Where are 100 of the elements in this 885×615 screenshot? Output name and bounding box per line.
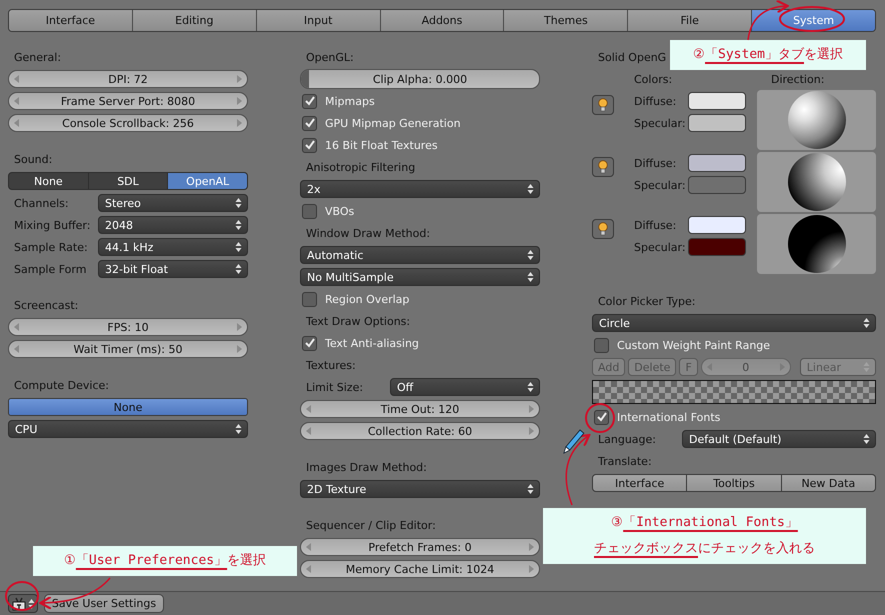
dropdown[interactable]: 44.1 kHz [98,238,248,256]
section-label: Sequencer / Clip Editor: [305,518,436,532]
up-down-arrow-icon [527,483,534,495]
right-arrow-icon [236,345,242,353]
color-swatch[interactable] [688,154,746,172]
up-down-arrow-icon [863,433,870,445]
color-swatch[interactable] [688,114,746,132]
color-swatch[interactable] [688,92,746,110]
checkbox[interactable] [302,336,317,350]
up-down-arrow-icon [527,249,534,261]
up-down-arrow-icon [235,241,242,253]
translate-button[interactable]: New Data [782,474,876,492]
dropdown[interactable]: 2x [300,180,540,198]
dropdown[interactable]: Stereo [98,194,248,212]
diffuse-label: Diffuse: [634,218,678,234]
checkbox[interactable] [302,204,317,218]
tab[interactable]: Themes [504,10,628,31]
right-arrow-icon [236,75,242,83]
colors-label: Colors: [634,72,674,86]
left-arrow-icon [14,97,20,105]
left-arrow-icon [306,405,312,413]
dropdown[interactable]: 32-bit Float [98,260,248,278]
shaded-sphere[interactable] [788,91,846,149]
checkbox[interactable] [594,338,609,352]
section-label: Sound: [13,152,52,166]
number-field[interactable]: Wait Timer (ms): 50 [8,340,248,358]
tab[interactable]: System [752,10,875,31]
checkbox-label: 16 Bit Float Textures [325,138,438,152]
right-arrow-icon [528,427,534,435]
right-arrow-icon [528,565,534,573]
tab[interactable]: Interface [9,10,133,31]
tab[interactable]: Addons [380,10,504,31]
left-arrow-icon [306,427,312,435]
right-arrow-icon [236,119,242,127]
up-down-arrow-icon [863,317,870,329]
dropdown[interactable]: No MultiSample [300,268,540,286]
number-field[interactable]: Frame Server Port: 8080 [8,92,248,110]
light-bulb-icon [598,222,608,236]
up-down-arrow-icon [527,183,534,195]
color-swatch[interactable] [688,216,746,234]
right-arrow-icon [528,543,534,551]
tab[interactable]: Editing [132,10,257,31]
number-field[interactable]: FPS: 10 [8,318,248,336]
light-toggle[interactable] [592,95,614,115]
dropdown[interactable]: Circle [592,314,876,332]
checkbox-label: Region Overlap [325,292,410,306]
number-field[interactable]: Collection Rate: 60 [300,422,540,440]
checkbox-label: GPU Mipmap Generation [325,116,461,130]
color-swatch[interactable] [688,176,746,194]
translate-button[interactable]: Interface [592,474,688,492]
tab[interactable]: Input [256,10,381,31]
checkbox[interactable] [302,116,317,130]
color-ramp[interactable] [592,380,876,404]
color-swatch[interactable] [688,238,746,256]
tab[interactable]: File [628,10,752,31]
checkbox-label: Text Anti-aliasing [325,336,419,350]
right-arrow-icon [528,405,534,413]
section-label: Color Picker Type: [597,294,696,308]
number-field[interactable]: Prefetch Frames: 0 [300,538,540,556]
section-label: Compute Device: [13,378,109,392]
left-arrow-icon [306,543,312,551]
up-down-arrow-icon [235,219,242,231]
annotation-arrow [39,578,111,610]
translate-button[interactable]: Tooltips [687,474,782,492]
number-field[interactable]: Time Out: 120 [300,400,540,418]
light-bulb-icon [598,160,608,174]
section-label: Translate: [597,454,652,468]
diffuse-label: Diffuse: [634,156,678,172]
callout-text: ①「User Preferences」を選択 [62,552,268,570]
dropdown[interactable]: Default (Default) [682,430,876,448]
dropdown[interactable]: 2D Texture [300,480,540,498]
checkbox-label: Custom Weight Paint Range [617,338,770,352]
checkbox[interactable] [302,138,317,152]
section-label: Images Draw Method: [305,460,427,474]
left-arrow-icon [14,323,20,331]
number-field[interactable]: DPI: 72 [8,70,248,88]
value-slider[interactable]: Clip Alpha: 0.000 [300,69,540,89]
preferences-icon [12,596,26,610]
device-button[interactable]: None [8,398,248,416]
section-label: Anisotropic Filtering [305,160,416,174]
dropdown[interactable]: CPU [8,420,248,438]
light-toggle[interactable] [592,219,614,239]
section-label: General: [13,50,62,64]
callout-text: ②「System」タブを選択 [692,46,844,64]
up-down-arrow-icon [235,263,242,275]
left-arrow-icon [14,345,20,353]
number-field[interactable]: Console Scrollback: 256 [8,114,248,132]
dropdown[interactable]: Automatic [300,246,540,264]
light-toggle[interactable] [592,157,614,177]
dropdown[interactable]: Off [390,378,540,396]
radio-option[interactable]: None [8,172,89,190]
radio-option[interactable]: OpenAL [168,172,248,190]
annotation-circle [779,6,845,32]
up-down-arrow-icon [527,271,534,283]
dropdown[interactable]: 2048 [98,216,248,234]
checkbox[interactable] [302,94,317,108]
radio-option[interactable]: SDL [88,172,168,190]
checkbox[interactable] [594,410,609,424]
number-field[interactable]: Memory Cache Limit: 1024 [300,560,540,578]
checkbox[interactable] [302,292,317,306]
